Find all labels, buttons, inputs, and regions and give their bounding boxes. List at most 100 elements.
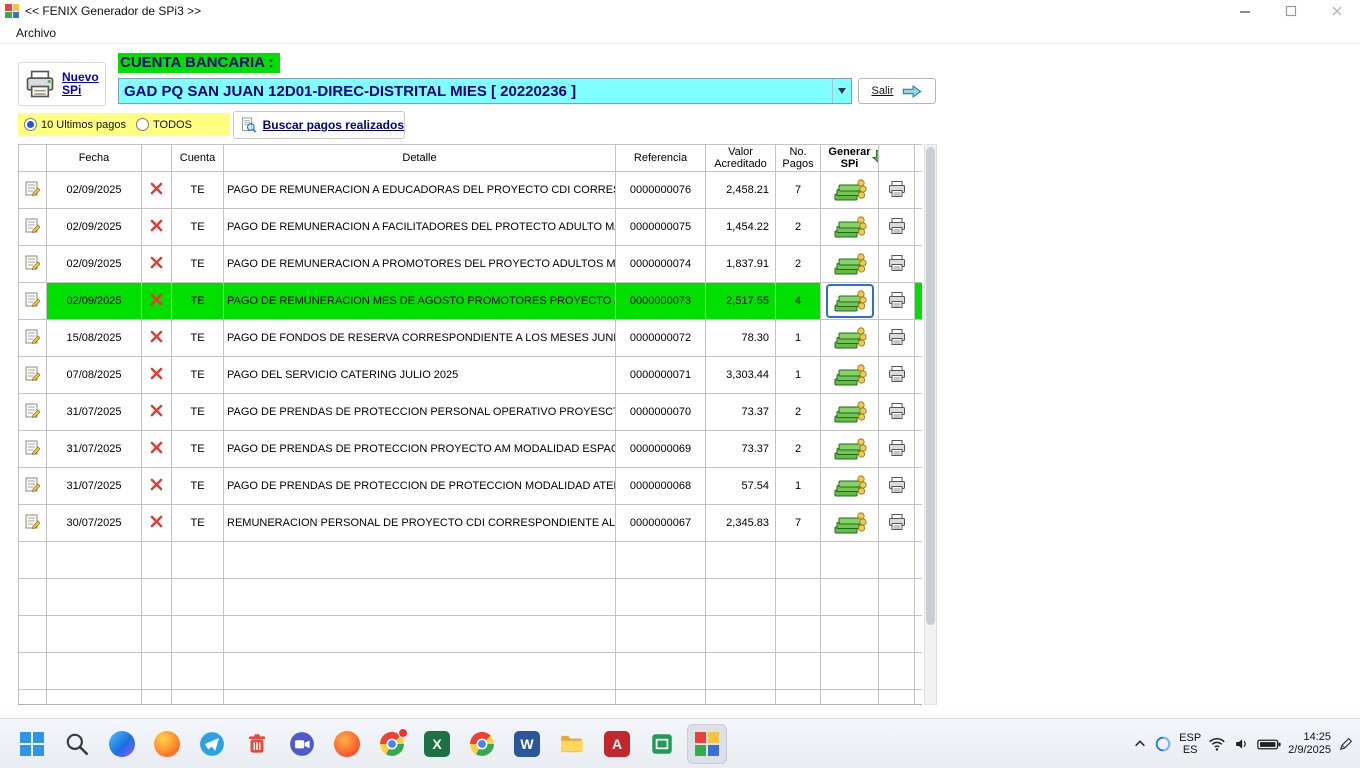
- search-icon[interactable]: [57, 724, 97, 764]
- fecha-cell[interactable]: 02/09/2025: [47, 172, 142, 209]
- referencia-cell[interactable]: 0000000069: [616, 431, 706, 468]
- print-icon[interactable]: [887, 439, 907, 457]
- clock[interactable]: 14:25 2/9/2025: [1288, 731, 1331, 757]
- pagos-cell[interactable]: 1: [776, 468, 821, 505]
- cuenta-cell[interactable]: TE: [172, 505, 224, 542]
- edit-icon[interactable]: [24, 328, 42, 346]
- cuenta-cell[interactable]: TE: [172, 357, 224, 394]
- pagos-cell[interactable]: 2: [776, 209, 821, 246]
- close-button[interactable]: [1314, 0, 1360, 22]
- maximize-button[interactable]: [1268, 0, 1314, 22]
- network-status-icon[interactable]: [1154, 735, 1172, 753]
- delete-cell[interactable]: [142, 357, 172, 394]
- acrobat-icon[interactable]: A: [597, 724, 637, 764]
- delete-icon[interactable]: [150, 256, 163, 269]
- print-icon[interactable]: [887, 365, 907, 383]
- generar-spi-cell[interactable]: [821, 431, 879, 468]
- valor-cell[interactable]: 3,303.44: [706, 357, 776, 394]
- generar-spi-cell[interactable]: [821, 468, 879, 505]
- print-icon[interactable]: [887, 217, 907, 235]
- file-explorer-icon[interactable]: [552, 724, 592, 764]
- radio-todos[interactable]: TODOS: [136, 118, 192, 131]
- payment-row[interactable]: 31/07/2025 TE PAGO DE PRENDAS DE PROTECC…: [19, 468, 923, 505]
- valor-cell[interactable]: 2,517.55: [706, 283, 776, 320]
- edit-cell[interactable]: [19, 320, 47, 357]
- salir-button[interactable]: Salir: [858, 78, 936, 104]
- fecha-cell[interactable]: 31/07/2025: [47, 394, 142, 431]
- payment-row[interactable]: 02/09/2025 TE PAGO DE REMUNERACION MES D…: [19, 283, 923, 320]
- wifi-icon[interactable]: [1208, 736, 1226, 752]
- valor-cell[interactable]: 78.30: [706, 320, 776, 357]
- valor-cell[interactable]: 2,345.83: [706, 505, 776, 542]
- print-cell[interactable]: [879, 357, 915, 394]
- delete-cell[interactable]: [142, 394, 172, 431]
- generar-spi-cell[interactable]: [821, 394, 879, 431]
- telegram-icon[interactable]: [192, 724, 232, 764]
- nuevo-spi-button[interactable]: Nuevo SPi: [18, 62, 106, 106]
- minimize-button[interactable]: [1222, 0, 1268, 22]
- referencia-cell[interactable]: 0000000073: [616, 283, 706, 320]
- detalle-cell[interactable]: PAGO DE PRENDAS DE PROTECCION PERSONAL O…: [224, 394, 616, 431]
- referencia-cell[interactable]: 0000000070: [616, 394, 706, 431]
- edit-icon[interactable]: [24, 476, 42, 494]
- cuenta-cell[interactable]: TE: [172, 172, 224, 209]
- edit-cell[interactable]: [19, 394, 47, 431]
- generar-spi-cell[interactable]: [821, 172, 879, 209]
- print-icon[interactable]: [887, 328, 907, 346]
- print-cell[interactable]: [879, 394, 915, 431]
- payment-row[interactable]: 07/08/2025 TE PAGO DEL SERVICIO CATERING…: [19, 357, 923, 394]
- print-icon[interactable]: [887, 513, 907, 531]
- cuenta-bancaria-select[interactable]: GAD PQ SAN JUAN 12D01-DIREC-DISTRITAL MI…: [118, 78, 852, 104]
- generar-spi-cell[interactable]: [821, 283, 879, 320]
- detalle-cell[interactable]: PAGO DE REMUNERACION MES DE AGOSTO PROMO…: [224, 283, 616, 320]
- print-icon[interactable]: [887, 402, 907, 420]
- edit-icon[interactable]: [24, 217, 42, 235]
- generar-spi-cell[interactable]: [821, 505, 879, 542]
- valor-cell[interactable]: 73.37: [706, 431, 776, 468]
- valor-cell[interactable]: 73.37: [706, 394, 776, 431]
- word-icon[interactable]: W: [507, 724, 547, 764]
- edit-cell[interactable]: [19, 431, 47, 468]
- detalle-cell[interactable]: PAGO DE REMUNERACION A EDUCADORAS DEL PR…: [224, 172, 616, 209]
- valor-cell[interactable]: 1,837.91: [706, 246, 776, 283]
- combo-dropdown-icon[interactable]: [832, 79, 851, 103]
- delete-cell[interactable]: [142, 209, 172, 246]
- delete-icon[interactable]: [150, 330, 163, 343]
- edit-cell[interactable]: [19, 172, 47, 209]
- detalle-cell[interactable]: PAGO DEL SERVICIO CATERING JULIO 2025: [224, 357, 616, 394]
- language-indicator[interactable]: ESP ES: [1179, 732, 1201, 756]
- buscar-pagos-button[interactable]: Buscar pagos realizados: [233, 111, 405, 139]
- referencia-cell[interactable]: 0000000074: [616, 246, 706, 283]
- generar-spi-icon[interactable]: [828, 471, 872, 501]
- payment-row[interactable]: 30/07/2025 TE REMUNERACION PERSONAL DE P…: [19, 505, 923, 542]
- pagos-cell[interactable]: 1: [776, 320, 821, 357]
- fecha-cell[interactable]: 02/09/2025: [47, 209, 142, 246]
- edit-icon[interactable]: [24, 439, 42, 457]
- generar-spi-cell[interactable]: [821, 320, 879, 357]
- delete-icon[interactable]: [150, 478, 163, 491]
- chevron-up-icon[interactable]: [1133, 737, 1147, 751]
- referencia-cell[interactable]: 0000000072: [616, 320, 706, 357]
- generar-spi-icon[interactable]: [828, 508, 872, 538]
- cuenta-cell[interactable]: TE: [172, 320, 224, 357]
- brave-icon[interactable]: [327, 724, 367, 764]
- teams-icon[interactable]: [282, 724, 322, 764]
- valor-cell[interactable]: 57.54: [706, 468, 776, 505]
- generar-spi-icon[interactable]: [828, 360, 872, 390]
- detalle-cell[interactable]: PAGO DE FONDOS DE RESERVA CORRESPONDIENT…: [224, 320, 616, 357]
- print-cell[interactable]: [879, 320, 915, 357]
- delete-icon[interactable]: [150, 515, 163, 528]
- edit-icon[interactable]: [24, 513, 42, 531]
- payment-row[interactable]: 02/09/2025 TE PAGO DE REMUNERACION A EDU…: [19, 172, 923, 209]
- print-cell[interactable]: [879, 172, 915, 209]
- edit-cell[interactable]: [19, 283, 47, 320]
- pagos-cell[interactable]: 2: [776, 394, 821, 431]
- fenix-app-icon[interactable]: [687, 724, 727, 764]
- detalle-cell[interactable]: PAGO DE PRENDAS DE PROTECCION PROYECTO A…: [224, 431, 616, 468]
- delete-cell[interactable]: [142, 320, 172, 357]
- start-button[interactable]: [12, 724, 52, 764]
- volume-icon[interactable]: [1233, 736, 1250, 752]
- pagos-cell[interactable]: 4: [776, 283, 821, 320]
- delete-icon[interactable]: [150, 219, 163, 232]
- copilot-icon[interactable]: [102, 724, 142, 764]
